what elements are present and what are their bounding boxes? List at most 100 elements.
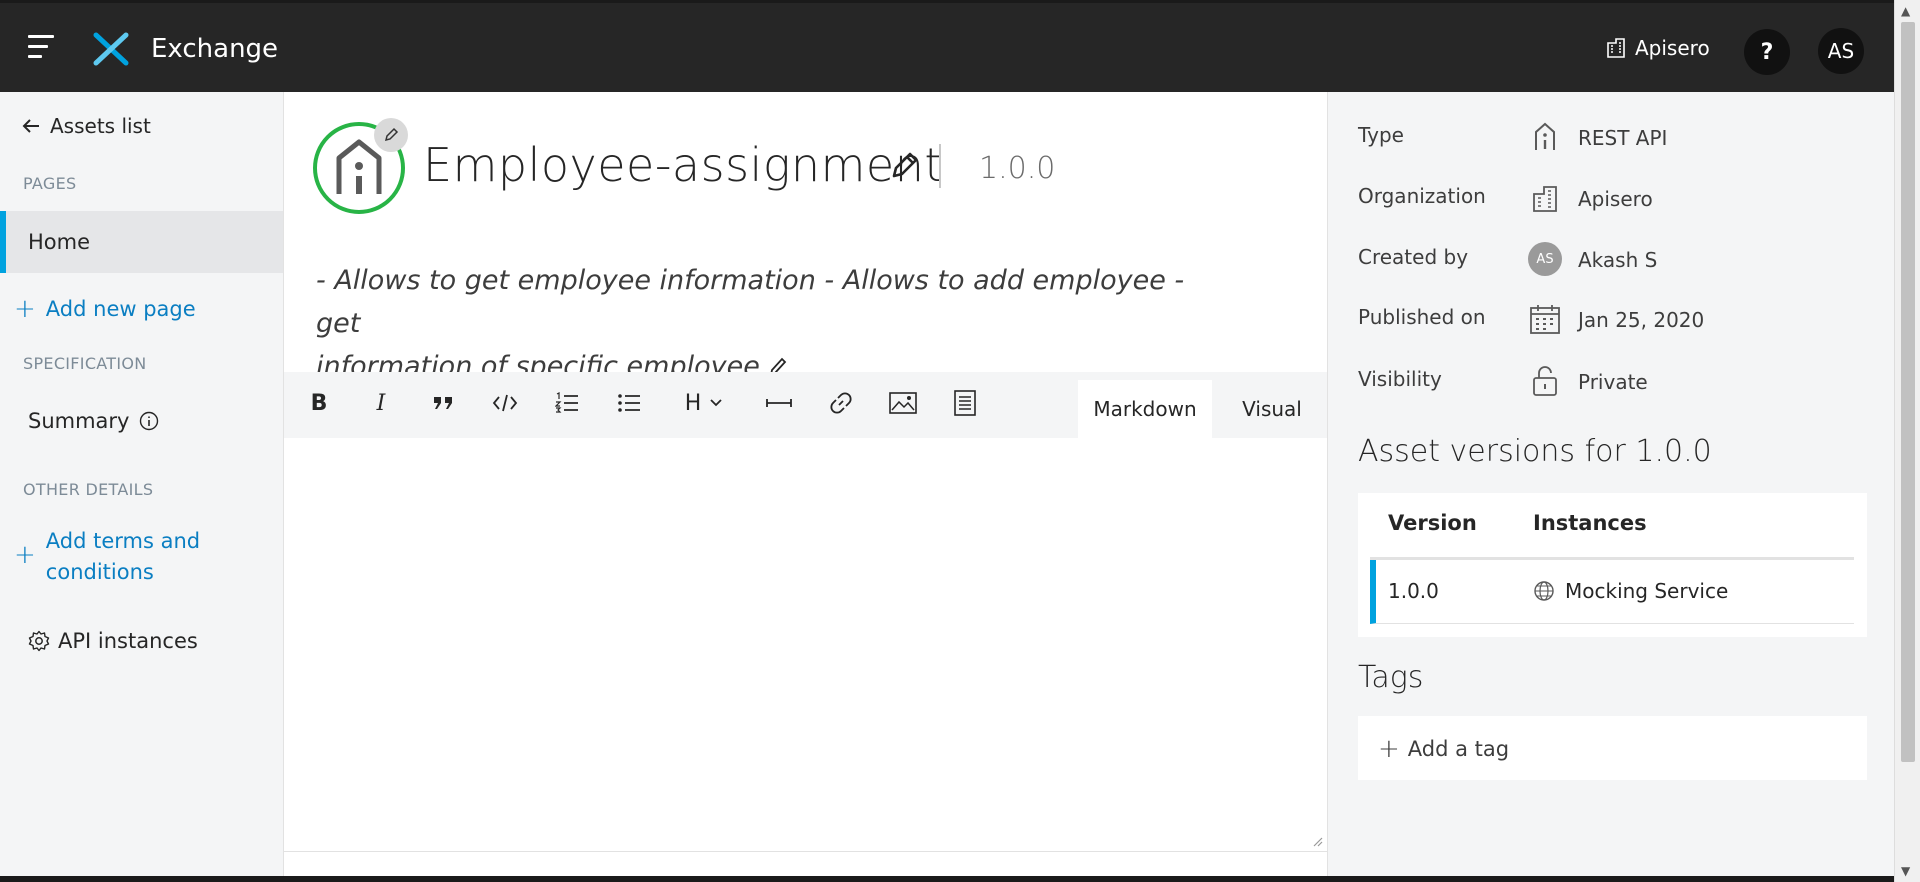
bullet-list-button[interactable] [612, 386, 646, 420]
add-new-page-link[interactable]: + Add new page [14, 294, 196, 325]
building-icon [1607, 38, 1625, 58]
created-by-value: Akash S [1578, 248, 1658, 272]
org-switcher[interactable]: Apisero [1605, 36, 1710, 60]
plus-icon: + [14, 540, 36, 570]
page-scrollbar[interactable]: ▲ ▼ [1894, 0, 1920, 882]
chevron-down-icon [710, 399, 722, 407]
published-on-value: Jan 25, 2020 [1578, 308, 1705, 332]
visibility-value: Private [1578, 370, 1648, 394]
scroll-down-icon[interactable]: ▼ [1901, 864, 1910, 878]
asset-title: Employee-assignment [423, 138, 943, 192]
markdown-editor[interactable] [284, 438, 1327, 852]
sidebar-item-label: Summary [28, 409, 130, 433]
code-icon [492, 394, 518, 412]
scrollbar-thumb[interactable] [1901, 22, 1915, 762]
user-avatar-button[interactable]: AS [1818, 28, 1864, 74]
asset-versions-title: Asset versions for 1.0.0 [1358, 434, 1712, 469]
main-content: Employee-assignment 1.0.0 - Allows to ge… [284, 92, 1327, 882]
quote-button[interactable] [426, 386, 460, 420]
version-column-header: Version [1388, 511, 1477, 535]
type-label: Type [1358, 123, 1404, 147]
add-new-page-label: Add new page [45, 297, 196, 321]
sidebar-item-label: Home [28, 230, 91, 254]
asset-description[interactable]: - Allows to get employee information - A… [316, 259, 1216, 388]
instance-cell[interactable]: Mocking Service [1533, 579, 1728, 603]
arrow-left-icon [22, 119, 39, 133]
image-button[interactable] [886, 386, 920, 420]
published-on-label: Published on [1358, 305, 1486, 329]
organization-value: Apisero [1578, 187, 1653, 211]
pencil-icon [384, 127, 399, 142]
back-to-assets-link[interactable]: Assets list [22, 114, 151, 138]
gear-icon [28, 630, 50, 652]
top-navigation-bar: Exchange Apisero ? AS [0, 0, 1920, 92]
add-terms-link[interactable]: + Add terms and conditions [14, 526, 200, 588]
ordered-list-icon [555, 392, 578, 413]
add-tag-label: Add a tag [1407, 737, 1510, 761]
back-link-label: Assets list [50, 114, 151, 138]
tags-card: + Add a tag [1358, 716, 1867, 780]
exchange-logo-icon [93, 32, 129, 66]
plus-icon: + [14, 294, 36, 324]
image-icon [889, 392, 917, 414]
add-terms-label-line1: Add terms and [45, 529, 201, 553]
calendar-icon [1528, 302, 1562, 336]
instances-column-header: Instances [1533, 511, 1647, 535]
document-button[interactable] [948, 386, 982, 420]
plus-icon: + [1378, 734, 1400, 764]
bold-button[interactable]: B [302, 386, 336, 420]
globe-icon [1534, 581, 1554, 601]
info-icon [140, 411, 159, 431]
edit-asset-icon-button[interactable] [374, 118, 408, 152]
details-panel: Type REST API Organization Apisero Creat… [1327, 92, 1894, 882]
tab-visual[interactable]: Visual [1224, 380, 1320, 438]
asset-version: 1.0.0 [979, 151, 1056, 186]
document-icon [954, 390, 976, 416]
pages-heading: PAGES [23, 174, 77, 193]
link-icon [830, 392, 852, 414]
instance-name: Mocking Service [1565, 579, 1729, 603]
description-line-1: - Allows to get employee information - A… [316, 265, 1185, 339]
left-sidebar: Assets list PAGES Home + Add new page SP… [0, 92, 284, 882]
ordered-list-button[interactable] [550, 386, 584, 420]
tab-markdown[interactable]: Markdown [1078, 380, 1212, 438]
edit-title-button[interactable] [890, 150, 918, 184]
asset-versions-table: Version Instances 1.0.0 Mocking Service [1358, 493, 1867, 637]
bullet-list-icon [618, 394, 640, 412]
resize-handle-icon[interactable] [1311, 835, 1323, 847]
building-icon [1528, 182, 1562, 216]
org-name: Apisero [1635, 36, 1710, 60]
created-by-label: Created by [1358, 245, 1469, 269]
code-button[interactable] [488, 386, 522, 420]
creator-avatar-wrapper: AS [1528, 242, 1562, 276]
editor-toolbar: B I H Markdown Visual [284, 372, 1327, 438]
sidebar-item-label: API instances [58, 629, 198, 653]
help-button[interactable]: ? [1744, 29, 1790, 75]
window-bottom-edge [0, 876, 1894, 882]
horizontal-rule-button[interactable] [762, 386, 796, 420]
scroll-up-icon[interactable]: ▲ [1901, 4, 1910, 18]
menu-icon[interactable] [28, 35, 58, 61]
pencil-icon [892, 152, 918, 178]
type-value: REST API [1578, 126, 1668, 150]
italic-button[interactable]: I [364, 386, 398, 420]
sidebar-item-summary[interactable]: Summary [0, 390, 283, 452]
heading-dropdown[interactable]: H [674, 386, 734, 420]
horizontal-rule-icon [766, 399, 792, 407]
avatar: AS [1528, 242, 1562, 276]
lock-icon [1528, 364, 1562, 398]
link-button[interactable] [824, 386, 858, 420]
visibility-label: Visibility [1358, 367, 1442, 391]
title-divider [939, 144, 941, 188]
heading-label: H [684, 390, 702, 416]
specification-heading: SPECIFICATION [23, 354, 147, 373]
sidebar-item-home[interactable]: Home [0, 211, 283, 273]
table-row[interactable]: 1.0.0 Mocking Service [1370, 560, 1854, 624]
version-cell: 1.0.0 [1388, 579, 1439, 603]
add-tag-button[interactable]: + Add a tag [1378, 734, 1509, 764]
tags-title: Tags [1358, 660, 1424, 695]
other-details-heading: OTHER DETAILS [23, 480, 154, 499]
add-terms-label-line2: conditions [45, 560, 154, 584]
sidebar-item-api-instances[interactable]: API instances [0, 610, 283, 672]
quote-icon [434, 397, 452, 409]
